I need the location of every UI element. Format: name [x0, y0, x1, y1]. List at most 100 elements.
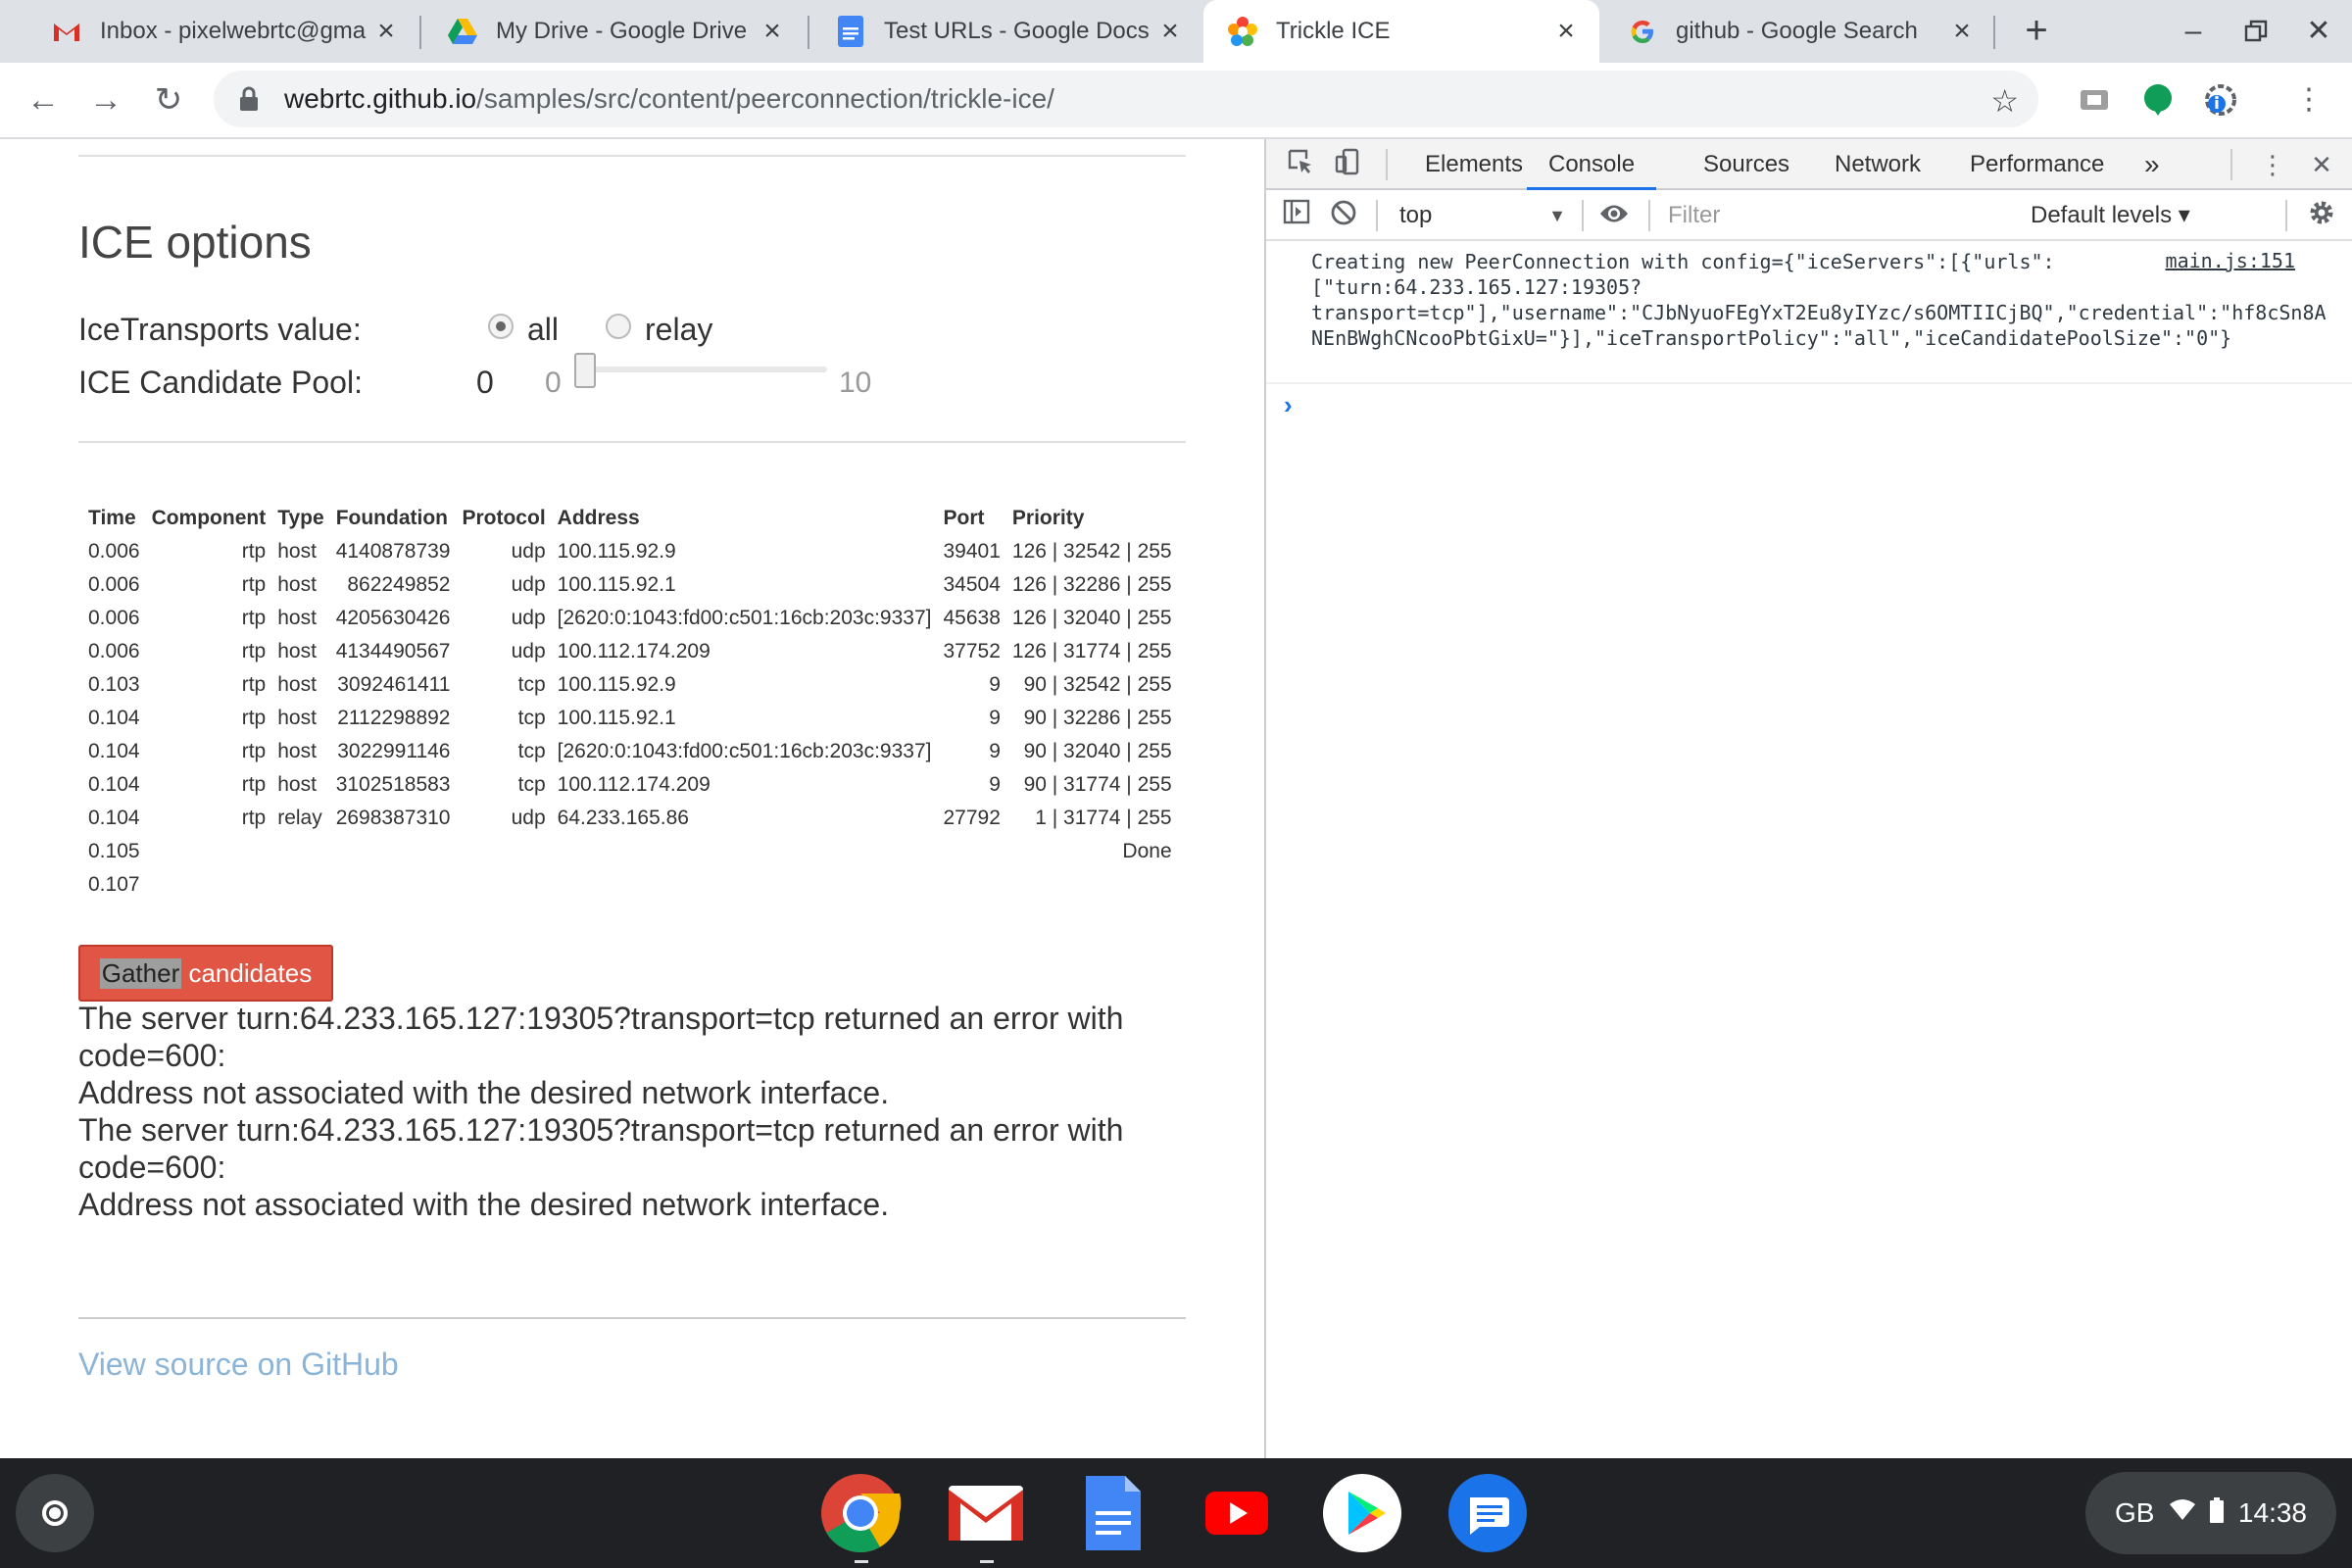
tab-console[interactable]: Console — [1527, 139, 1657, 190]
tab-drive[interactable]: My Drive - Google Drive × — [423, 0, 806, 63]
launcher-icon[interactable] — [16, 1474, 94, 1552]
error-output: The server turn:64.233.165.127:19305?tra… — [78, 1000, 1186, 1223]
error-line: Address not associated with the desired … — [78, 1075, 890, 1110]
divider — [1386, 149, 1388, 180]
devtools-menu-icon[interactable]: ⋮ — [2256, 148, 2289, 181]
close-devtools-icon[interactable]: ✕ — [2305, 148, 2338, 181]
clear-console-icon[interactable] — [1327, 199, 1360, 232]
tab-separator — [1993, 16, 1995, 49]
cell-time: 0.006 — [88, 607, 140, 629]
forward-icon[interactable]: → — [86, 80, 125, 120]
cell-port: 9 — [989, 673, 1001, 696]
reload-icon[interactable]: ↻ — [149, 80, 188, 120]
console-filter-input[interactable]: Filter — [1656, 198, 1901, 233]
play-store-icon[interactable] — [1321, 1472, 1403, 1554]
inspect-element-icon[interactable] — [1284, 148, 1317, 181]
console-prompt[interactable]: › — [1284, 390, 1293, 420]
gmail-icon[interactable] — [945, 1472, 1027, 1554]
tab-google-search[interactable]: github - Google Search × — [1603, 0, 1995, 63]
console-toolbar: top ▼ Filter Default levels ▾ — [1266, 190, 2352, 241]
docs-icon[interactable] — [1070, 1472, 1152, 1554]
device-toolbar-icon[interactable] — [1331, 148, 1364, 181]
back-icon[interactable]: ← — [24, 80, 63, 120]
col-type: Type — [277, 507, 324, 529]
cell-component: rtp — [241, 807, 267, 829]
chrome-icon[interactable] — [819, 1472, 902, 1554]
tab-network[interactable]: Network — [1835, 139, 1921, 190]
col-foundation: Foundation — [335, 507, 448, 529]
view-source-link[interactable]: View source on GitHub — [78, 1347, 399, 1383]
more-tabs-icon[interactable]: » — [2144, 139, 2160, 190]
col-time: Time — [88, 507, 136, 529]
cell-time: 0.006 — [88, 573, 140, 596]
messages-icon[interactable] — [1446, 1472, 1529, 1554]
url-host: webrtc.github.io — [284, 83, 477, 114]
console-source-link[interactable]: main.js:151 — [2166, 249, 2295, 272]
cell-foundation: 3022991146 — [337, 740, 451, 762]
tab-gmail[interactable]: Inbox - pixelwebrtc@gma × — [27, 0, 419, 63]
divider — [78, 441, 1186, 443]
close-tab-icon[interactable]: × — [370, 15, 402, 47]
cell-type: host — [277, 707, 317, 729]
cell-foundation: 3092461411 — [337, 673, 451, 696]
browser-toolbar: ← → ↻ webrtc.github.io/samples/src/conte… — [0, 63, 2352, 139]
divider — [1376, 200, 1378, 231]
radio-all-label[interactable]: all — [527, 312, 559, 348]
close-tab-icon[interactable]: × — [1946, 15, 1978, 47]
cell-component — [146, 835, 272, 868]
close-tab-icon[interactable]: × — [1550, 15, 1582, 47]
cell-port — [937, 835, 1005, 868]
close-window-icon[interactable]: ✕ — [2301, 14, 2336, 49]
cell-protocol: udp — [511, 640, 546, 662]
cell-component: rtp — [241, 773, 267, 796]
radio-relay[interactable] — [606, 314, 631, 339]
url-text: webrtc.github.io/samples/src/content/pee… — [284, 83, 1054, 115]
divider — [78, 1317, 1186, 1319]
cell-time: 0.006 — [88, 540, 140, 563]
minimize-icon[interactable]: – — [2176, 14, 2211, 49]
cast-extension-icon[interactable] — [2078, 82, 2113, 118]
youtube-icon[interactable] — [1196, 1472, 1278, 1554]
close-tab-icon[interactable]: × — [757, 15, 788, 47]
radio-all[interactable] — [488, 314, 514, 339]
gather-candidates-button[interactable]: Gather candidates — [78, 945, 333, 1002]
error-line: The server turn:64.233.165.127:19305?tra… — [78, 1112, 1124, 1185]
console-settings-gear-icon[interactable] — [2305, 199, 2338, 232]
divider — [2285, 200, 2287, 231]
cell-priority: 1 | 31774 | 255 — [1035, 807, 1172, 829]
close-tab-icon[interactable]: × — [1154, 15, 1186, 47]
cell-priority: Done — [1122, 840, 1172, 862]
live-expression-eye-icon[interactable] — [1597, 199, 1631, 232]
context-selector[interactable]: top ▼ — [1390, 190, 1566, 241]
tab-sources[interactable]: Sources — [1703, 139, 1789, 190]
tab-strip: Inbox - pixelwebrtc@gma × My Drive - Goo… — [0, 0, 2352, 63]
context-value: top — [1399, 202, 1433, 228]
log-levels-dropdown[interactable]: Default levels ▾ — [2031, 190, 2190, 241]
cell-component: rtp — [241, 640, 267, 662]
show-sidebar-icon[interactable] — [1280, 199, 1313, 232]
tab-performance[interactable]: Performance — [1970, 139, 2104, 190]
cell-port: 27792 — [943, 807, 1001, 829]
cell-time: 0.104 — [88, 740, 140, 762]
cell-port: 39401 — [943, 540, 1001, 563]
cell-protocol — [456, 835, 551, 868]
tab-elements[interactable]: Elements — [1425, 139, 1523, 190]
cell-port — [937, 868, 1005, 902]
new-tab-button[interactable]: + — [2017, 11, 2056, 51]
webrtc-internals-extension-icon[interactable] — [2203, 82, 2238, 118]
chrome-menu-icon[interactable]: ⋮ — [2289, 80, 2328, 120]
address-bar[interactable]: webrtc.github.io/samples/src/content/pee… — [214, 71, 2038, 127]
pool-slider-thumb[interactable] — [574, 353, 596, 388]
ice-transports-label: IceTransports value: — [78, 312, 362, 347]
cell-priority: 90 | 31774 | 255 — [1023, 773, 1172, 796]
cell-priority — [1006, 868, 1178, 902]
status-tray[interactable]: GB 14:38 — [2085, 1472, 2336, 1554]
bookmark-star-icon[interactable]: ☆ — [1990, 82, 2019, 120]
restore-icon[interactable] — [2238, 14, 2274, 49]
tab-docs[interactable]: Test URLs - Google Docs × — [811, 0, 1203, 63]
tab-trickle-ice[interactable]: Trickle ICE × — [1203, 0, 1599, 63]
pool-slider-track[interactable] — [580, 367, 827, 372]
lock-icon[interactable] — [235, 85, 263, 113]
hangouts-extension-icon[interactable] — [2140, 82, 2176, 118]
radio-relay-label[interactable]: relay — [645, 312, 712, 348]
